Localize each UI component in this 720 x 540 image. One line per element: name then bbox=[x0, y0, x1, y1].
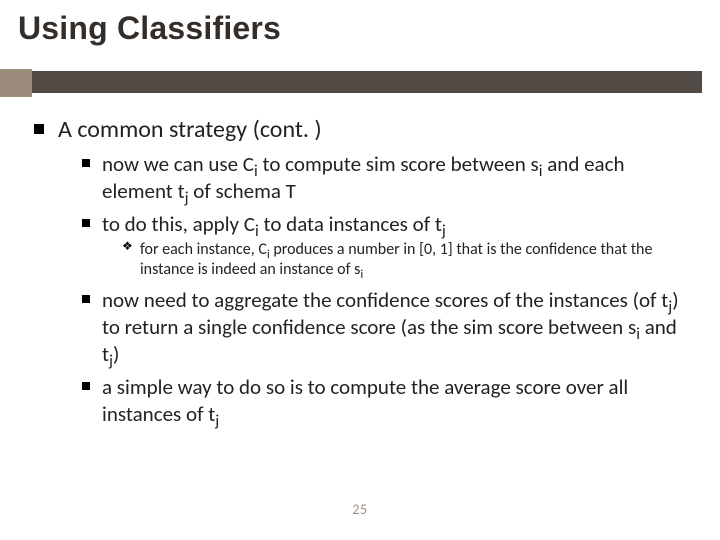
bullet-level2: now need to aggregate the confidence sco… bbox=[82, 287, 686, 368]
bullet-level2: now we can use Ci to compute sim score b… bbox=[82, 151, 686, 205]
txt: for each instance, bbox=[140, 240, 258, 259]
txt: to do this, apply bbox=[102, 211, 244, 237]
sym-t: t bbox=[102, 341, 109, 367]
txt: a simple way to do so is to compute the … bbox=[102, 374, 628, 427]
slide-body: A common strategy (cont. ) now we can us… bbox=[0, 97, 720, 428]
sym-C: C bbox=[243, 151, 254, 177]
bullet-level1: A common strategy (cont. ) now we can us… bbox=[34, 115, 686, 428]
sub-j: j bbox=[442, 221, 446, 241]
sym-C: C bbox=[244, 211, 255, 237]
title-bar-accent bbox=[0, 69, 32, 97]
txt: now we can use bbox=[102, 151, 243, 177]
bullet-text: A common strategy (cont. ) bbox=[58, 115, 322, 144]
bullet-level3: for each instance, Ci produces a number … bbox=[122, 240, 686, 282]
txt: to data instances of bbox=[259, 211, 435, 237]
slide-title: Using Classifiers bbox=[0, 0, 720, 53]
sym-s: s bbox=[531, 151, 539, 177]
txt: ) bbox=[113, 341, 119, 367]
slide: Using Classifiers A common strategy (con… bbox=[0, 0, 720, 540]
sym-t: t bbox=[178, 178, 185, 204]
title-underline bbox=[0, 69, 720, 97]
txt: and bbox=[640, 314, 677, 340]
sub-i: i bbox=[360, 268, 363, 283]
txt: of schema T bbox=[189, 178, 296, 204]
txt: to compute sim score between bbox=[258, 151, 531, 177]
bullet-level2: to do this, apply Ci to data instances o… bbox=[82, 211, 686, 281]
txt: now need to aggregate the confidence sco… bbox=[102, 287, 661, 313]
page-number: 25 bbox=[0, 501, 720, 518]
bullet-level2: a simple way to do so is to compute the … bbox=[82, 374, 686, 428]
sym-t: t bbox=[435, 211, 442, 237]
sub-j: j bbox=[215, 411, 219, 431]
title-bar-main bbox=[32, 71, 702, 93]
sym-C: C bbox=[258, 240, 267, 259]
sym-s: s bbox=[628, 314, 636, 340]
